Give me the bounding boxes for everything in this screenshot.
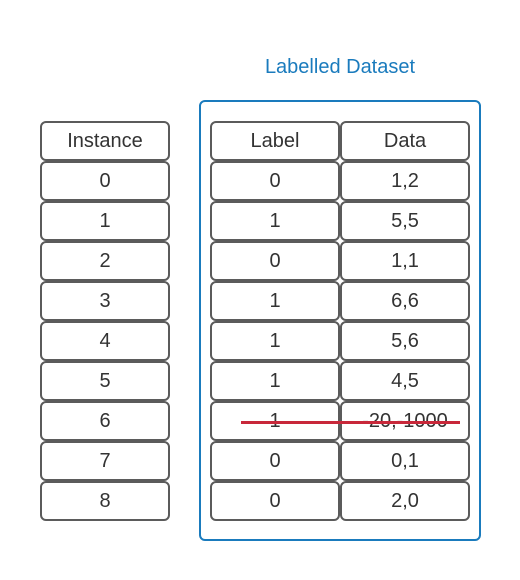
instance-cell: 5 <box>40 361 170 401</box>
label-cell: 1 <box>210 361 340 401</box>
instance-cell: 0 <box>40 161 170 201</box>
label-cell: 0 <box>210 441 340 481</box>
instance-cell: 2 <box>40 241 170 281</box>
instance-header: Instance <box>40 121 170 161</box>
strikethrough-line <box>241 421 460 424</box>
data-cell: 4,5 <box>340 361 470 401</box>
instance-cell: 7 <box>40 441 170 481</box>
instance-cell: 6 <box>40 401 170 441</box>
data-cell: 1,2 <box>340 161 470 201</box>
data-cell: 5,5 <box>340 201 470 241</box>
label-cell: 1 <box>210 201 340 241</box>
label-cell: 1 <box>210 281 340 321</box>
data-cell: 6,6 <box>340 281 470 321</box>
data-cell: 2,0 <box>340 481 470 521</box>
label-header: Label <box>210 121 340 161</box>
label-cell: 0 <box>210 241 340 281</box>
data-cell: 1,1 <box>340 241 470 281</box>
dataset-title: Labelled Dataset <box>264 56 416 78</box>
instance-cell: 3 <box>40 281 170 321</box>
label-cell: 1 <box>210 321 340 361</box>
instance-cell: 4 <box>40 321 170 361</box>
data-cell: 5,6 <box>340 321 470 361</box>
data-header: Data <box>340 121 470 161</box>
instance-cell: 8 <box>40 481 170 521</box>
instance-cell: 1 <box>40 201 170 241</box>
label-cell: 0 <box>210 161 340 201</box>
label-cell: 0 <box>210 481 340 521</box>
data-cell: 0,1 <box>340 441 470 481</box>
